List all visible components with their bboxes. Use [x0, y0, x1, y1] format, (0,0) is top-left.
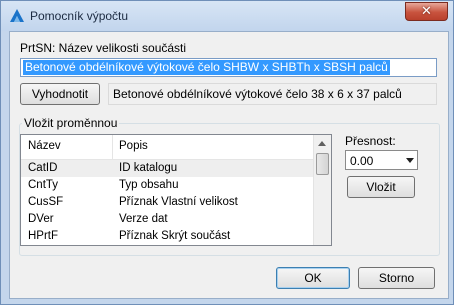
list-scrollbar[interactable] — [313, 135, 331, 245]
scroll-up-arrow-icon[interactable] — [318, 141, 326, 146]
column-header-name[interactable]: Název — [28, 140, 61, 152]
variable-list[interactable]: Název Popis CatID ID katalogu CntTy Typ … — [20, 134, 332, 246]
variable-name: CntTy — [28, 179, 59, 191]
variable-description: Verze dat — [119, 213, 168, 225]
expression-text: Betonové obdélníkové výtokové čelo SHBW … — [23, 60, 390, 75]
app-logo-icon — [10, 9, 24, 22]
window-title: Pomocník výpočtu — [30, 9, 129, 23]
column-divider[interactable] — [112, 135, 113, 159]
ok-button[interactable]: OK — [276, 267, 350, 289]
variable-name: CatID — [28, 162, 58, 174]
close-button[interactable]: ✕ — [405, 2, 448, 21]
evaluate-result-text: Betonové obdélníkové výtokové čelo 38 x … — [113, 87, 402, 101]
precision-label: Přesnost: — [345, 134, 396, 148]
list-item[interactable]: CusSF Příznak Vlastní velikost — [21, 194, 313, 211]
variable-name: HPrtF — [28, 230, 59, 242]
evaluate-button[interactable]: Vyhodnotit — [20, 83, 100, 105]
precision-value: 0.00 — [350, 154, 374, 168]
variable-name: DVer — [28, 213, 54, 225]
variable-description: Příznak Vlastní velikost — [119, 196, 238, 208]
variable-description: Příznak Skrýt součást — [119, 230, 231, 242]
part-size-label: PrtSN: Název velikosti součásti — [20, 41, 187, 55]
list-item[interactable]: CatID ID katalogu — [21, 160, 313, 177]
chevron-down-icon — [406, 158, 414, 163]
list-item[interactable]: HPrtF Příznak Skrýt součást — [21, 228, 313, 245]
list-item[interactable]: DVer Verze dat — [21, 211, 313, 228]
list-item[interactable]: CntTy Typ obsahu — [21, 177, 313, 194]
cancel-button[interactable]: Storno — [358, 267, 435, 289]
list-header: Název Popis — [21, 135, 313, 160]
precision-select[interactable]: 0.00 — [345, 150, 418, 170]
title-bar[interactable]: Pomocník výpočtu ✕ — [1, 1, 453, 31]
variable-description: Typ obsahu — [119, 179, 179, 191]
close-icon: ✕ — [421, 4, 432, 19]
insert-variable-label: Vložit proměnnou — [22, 116, 120, 130]
scrollbar-thumb[interactable] — [316, 153, 329, 175]
dialog-window: Pomocník výpočtu ✕ PrtSN: Název velikost… — [0, 0, 454, 305]
expression-input[interactable]: Betonové obdélníkové výtokové čelo SHBW … — [20, 58, 437, 77]
evaluate-result: Betonové obdélníkové výtokové čelo 38 x … — [108, 83, 437, 105]
insert-button[interactable]: Vložit — [347, 176, 415, 198]
column-header-description[interactable]: Popis — [119, 140, 148, 152]
variable-description: ID katalogu — [119, 162, 178, 174]
variable-name: CusSF — [28, 196, 64, 208]
dialog-body: PrtSN: Název velikosti součásti Betonové… — [9, 31, 449, 299]
